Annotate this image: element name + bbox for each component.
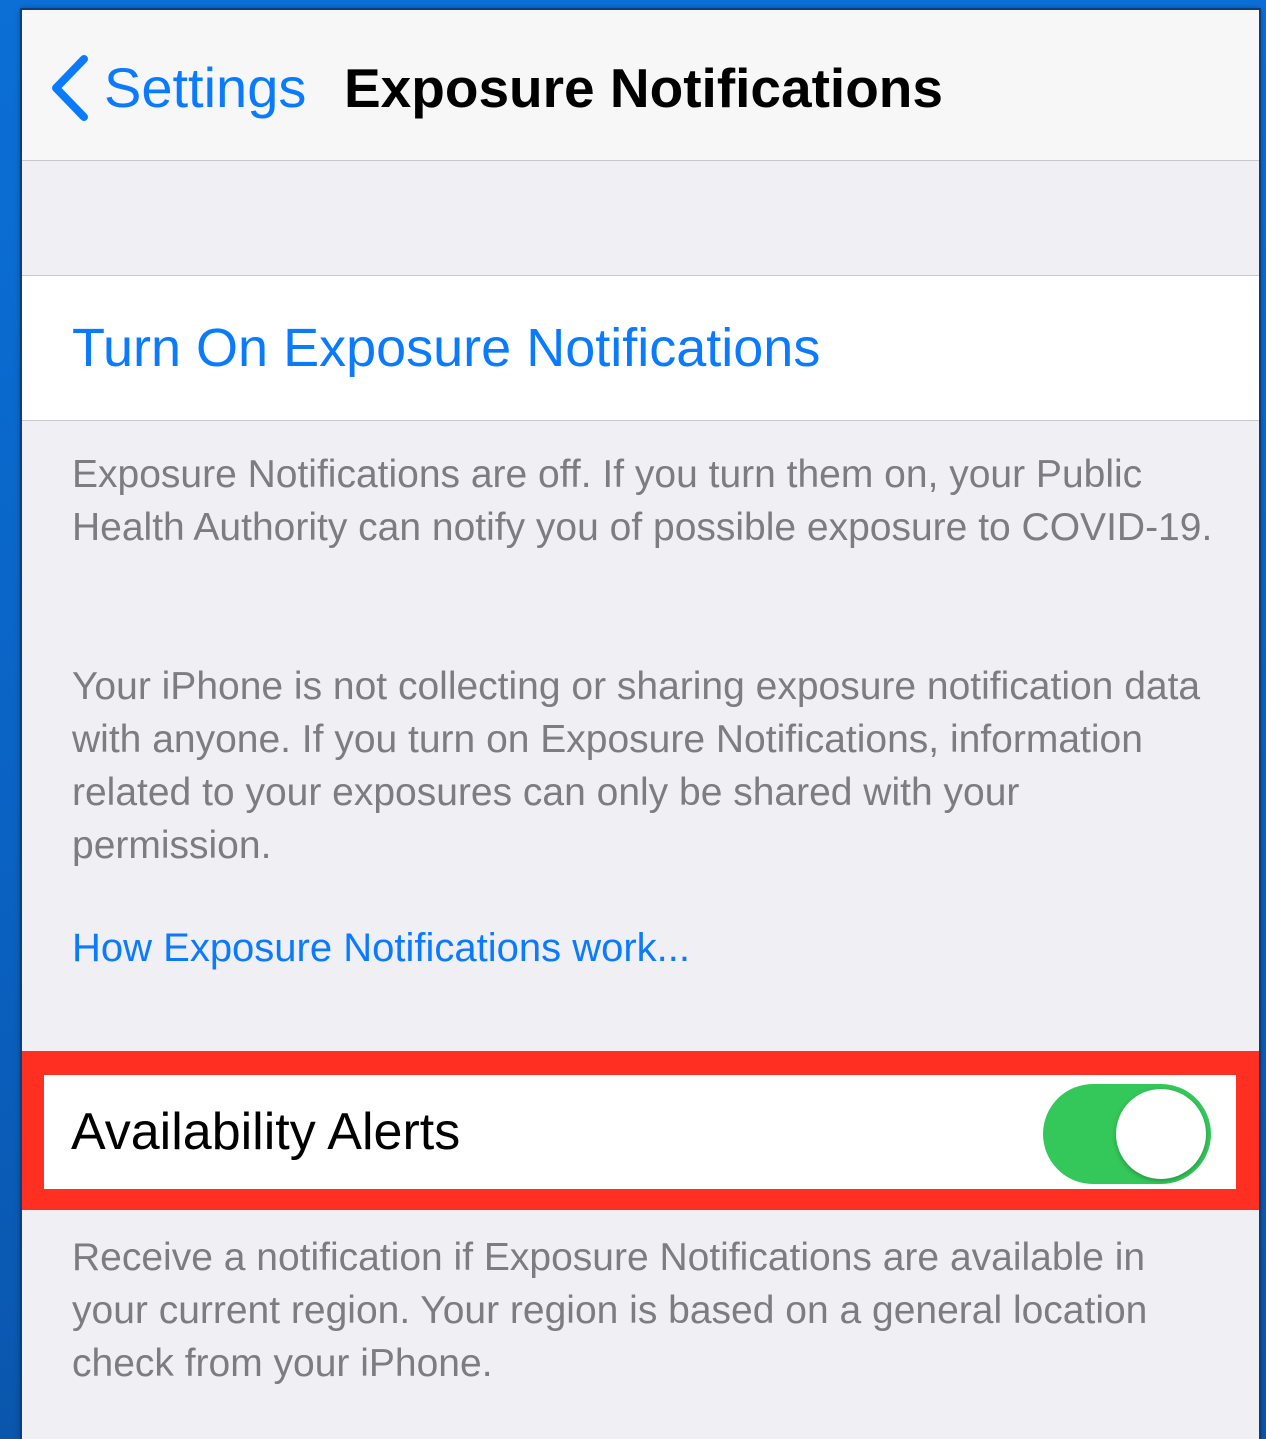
back-button[interactable]: Settings xyxy=(48,50,306,126)
turn-on-exposure-notifications-button[interactable]: Turn On Exposure Notifications xyxy=(22,275,1259,421)
availability-alerts-row: Availability Alerts xyxy=(44,1075,1236,1189)
turn-on-label: Turn On Exposure Notifications xyxy=(72,318,821,378)
availability-alerts-label: Availability Alerts xyxy=(71,1103,461,1161)
navigation-bar: Settings Exposure Notifications xyxy=(22,10,1259,161)
privacy-description: Your iPhone is not collecting or sharing… xyxy=(72,665,1201,867)
chevron-left-icon xyxy=(52,55,88,121)
how-it-works-link[interactable]: How Exposure Notifications work... xyxy=(72,922,690,975)
toggle-knob xyxy=(1116,1089,1206,1179)
page-title: Exposure Notifications xyxy=(344,57,943,119)
availability-alerts-toggle[interactable] xyxy=(1043,1084,1211,1184)
availability-description: Receive a notification if Exposure Notif… xyxy=(72,1236,1148,1385)
back-button-label: Settings xyxy=(104,56,307,119)
status-description: Exposure Notifications are off. If you t… xyxy=(72,453,1213,549)
settings-screen: Settings Exposure Notifications Turn On … xyxy=(22,10,1259,1439)
